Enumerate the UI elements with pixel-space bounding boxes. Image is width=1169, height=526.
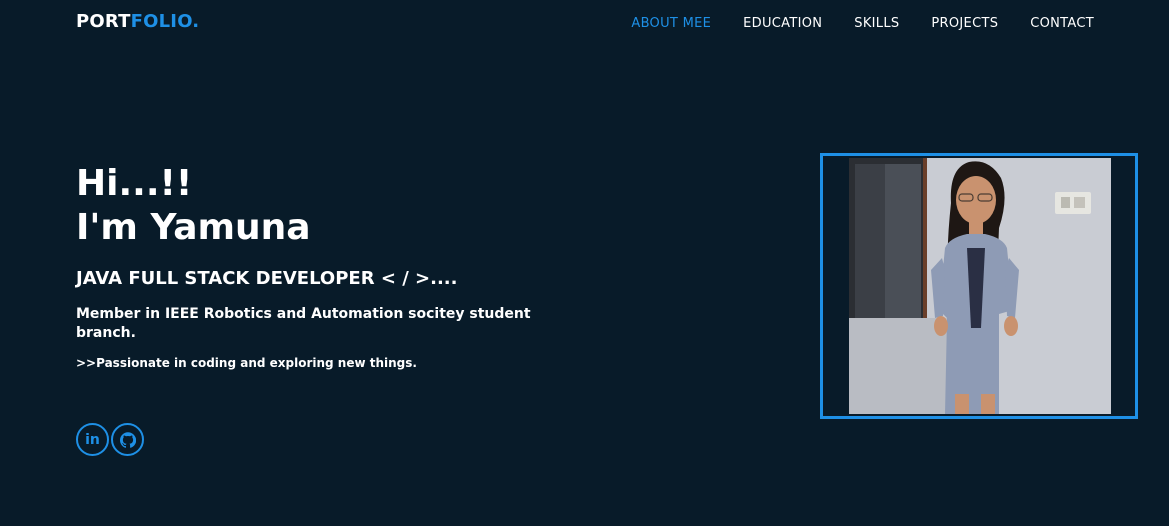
greeting-line-2: I'm Yamuna xyxy=(76,207,311,248)
greeting-line-1: Hi...!! xyxy=(76,163,193,204)
nav-link-contact[interactable]: CONTACT xyxy=(1030,16,1094,31)
linkedin-icon: in xyxy=(85,431,100,448)
nav-link-skills[interactable]: SKILLS xyxy=(854,16,899,31)
nav-link-education[interactable]: EDUCATION xyxy=(743,16,822,31)
hero-role: JAVA FULL STACK DEVELOPER < / >.... xyxy=(76,268,458,289)
nav-link-about[interactable]: ABOUT MEE xyxy=(631,16,711,31)
profile-photo xyxy=(849,158,1111,414)
hero-section: Hi...!! I'm Yamuna JAVA FULL STACK DEVEL… xyxy=(76,162,596,370)
logo-part-folio: FOLIO. xyxy=(130,11,200,32)
linkedin-button[interactable]: in xyxy=(76,423,109,456)
main-nav: ABOUT MEE EDUCATION SKILLS PROJECTS CONT… xyxy=(631,16,1094,31)
social-links: in xyxy=(76,423,144,456)
github-button[interactable] xyxy=(111,423,144,456)
profile-photo-frame xyxy=(820,153,1138,419)
hero-greeting: Hi...!! I'm Yamuna xyxy=(76,162,596,250)
github-icon xyxy=(119,431,136,448)
site-header: PORTFOLIO. ABOUT MEE EDUCATION SKILLS PR… xyxy=(0,0,1169,48)
nav-link-projects[interactable]: PROJECTS xyxy=(931,16,998,31)
hero-membership: Member in IEEE Robotics and Automation s… xyxy=(76,306,531,341)
hero-passion: >>Passionate in coding and exploring new… xyxy=(76,356,417,370)
logo-part-port: PORT xyxy=(76,11,131,32)
site-logo[interactable]: PORTFOLIO. xyxy=(76,11,199,32)
